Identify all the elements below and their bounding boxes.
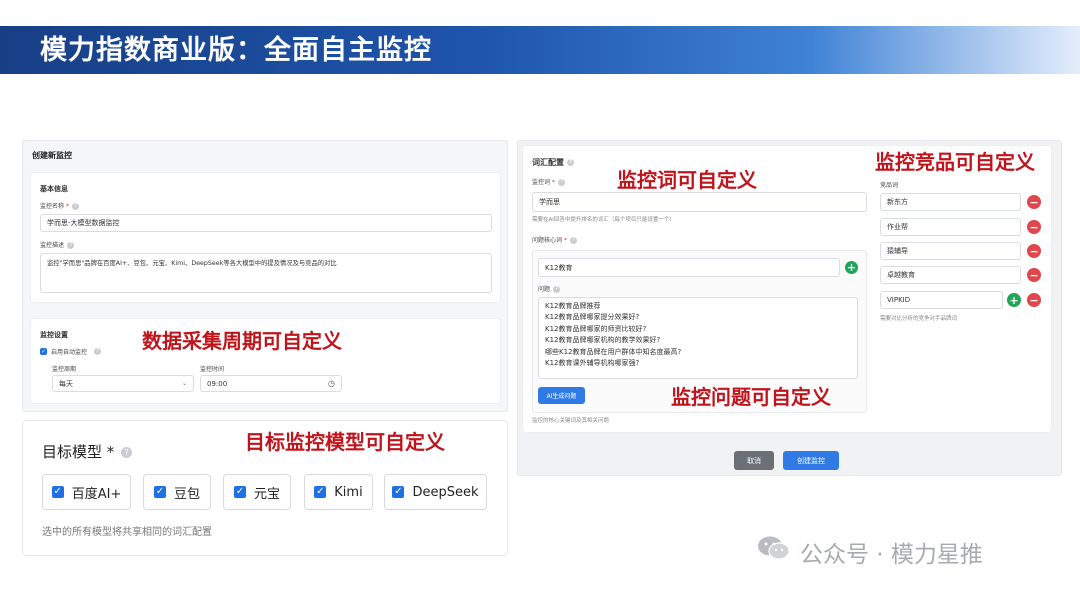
chevron-down-icon: ⌄ [181, 380, 187, 387]
competitor-input[interactable]: 作业帮 [880, 218, 1021, 236]
help-icon: ? [72, 203, 80, 210]
model-option-deepseek[interactable]: ✓ DeepSeek [384, 474, 487, 510]
checkbox-checked[interactable]: ✓ [153, 486, 166, 498]
checkbox-checked[interactable]: ✓ [392, 486, 405, 498]
remove-competitor-button[interactable]: − [1027, 220, 1041, 234]
model-option-yuanbao[interactable]: ✓ 元宝 [223, 474, 291, 510]
core-word-label: 问题核心词 [532, 237, 563, 244]
question-label: 问题 [538, 286, 551, 293]
model-option-baidu[interactable]: ✓ 百度AI+ [42, 474, 131, 510]
competitor-hint: 需要对比分析的竞争对手品牌词 [880, 316, 958, 322]
help-icon: ? [121, 447, 133, 458]
question-line: K12教育品牌哪家提分效果好? [545, 313, 640, 322]
competitor-input[interactable]: 猿辅导 [880, 242, 1021, 260]
competitor-input[interactable]: 新东方 [880, 193, 1021, 211]
add-competitor-button[interactable]: + [1007, 293, 1021, 307]
target-models-title: 目标模型 [42, 443, 103, 461]
create-monitor-button[interactable]: 创建监控 [783, 451, 839, 470]
create-monitor-title: 创建新监控 [32, 151, 72, 160]
annotation-models: 目标监控模型可自定义 [245, 430, 445, 454]
cycle-label: 监控周期 [52, 366, 77, 373]
help-icon: ? [94, 348, 102, 355]
competitor-input[interactable]: VIPKID [880, 291, 1003, 309]
vocab-config-title: 词汇配置 [532, 158, 564, 167]
monitor-desc-textarea[interactable]: 监控"学而思"品牌在百度AI+、豆包、元宝、Kimi、DeepSeek等各大模型… [40, 253, 492, 293]
page-title: 模力指数商业版：全面自主监控 [40, 35, 432, 66]
name-label: 监控名称 [40, 203, 65, 210]
remove-competitor-button[interactable]: − [1027, 268, 1041, 282]
auto-monitor-checkbox[interactable]: ✓ [40, 348, 47, 355]
time-input[interactable]: 09:00 ◷ [200, 375, 342, 392]
desc-label: 监控描述 [40, 242, 65, 249]
monitor-name-input[interactable]: 学而思-大模型数据监控 [40, 214, 492, 232]
ai-generate-button[interactable]: AI生成问题 [538, 387, 585, 404]
core-word-hint: 监控的核心关键词及其相关问题 [532, 418, 610, 424]
checkbox-checked[interactable]: ✓ [51, 486, 64, 498]
help-icon: ? [553, 286, 561, 293]
auto-monitor-label: 启用自动监控 [51, 349, 88, 356]
model-option-doubao[interactable]: ✓ 豆包 [143, 474, 211, 510]
questions-textarea[interactable]: K12教育品牌推荐 K12教育品牌哪家提分效果好? K12教育品牌哪家的师资比较… [538, 297, 858, 379]
remove-competitor-button[interactable]: − [1027, 244, 1041, 258]
watermark-text: 公众号 · 模力星推 [800, 542, 983, 568]
competitor-input[interactable]: 卓越教育 [880, 266, 1021, 284]
time-label: 监控时间 [200, 366, 225, 373]
question-line: K12教育课外辅导机构哪家强? [545, 359, 640, 368]
checkbox-checked[interactable]: ✓ [233, 486, 246, 498]
remove-competitor-button[interactable]: − [1027, 293, 1041, 307]
annotation-competitors: 监控竞品可自定义 [875, 150, 1035, 174]
basic-info-title: 基本信息 [40, 185, 68, 193]
competitor-label: 竞品词 [880, 182, 899, 189]
annotation-cycle: 数据采集周期可自定义 [142, 329, 342, 353]
help-icon: ? [567, 159, 574, 166]
cancel-button[interactable]: 取消 [734, 451, 774, 470]
help-icon: ? [558, 179, 566, 186]
monitor-word-label: 监控词 [532, 179, 551, 186]
cycle-select[interactable]: 每天 ⌄ [52, 375, 194, 392]
monitor-settings-title: 监控设置 [40, 331, 68, 339]
help-icon: ? [67, 242, 75, 249]
monitor-word-hint: 需要在AI回答中提升排名的词汇（每个项目只能设置一个） [532, 217, 675, 223]
model-option-kimi[interactable]: ✓ Kimi [304, 474, 373, 510]
help-icon: ? [570, 237, 578, 244]
question-line: K12教育品牌哪家的师资比较好? [545, 324, 647, 333]
remove-competitor-button[interactable]: − [1027, 195, 1041, 209]
wechat-icon [757, 535, 791, 565]
checkbox-checked[interactable]: ✓ [314, 486, 327, 498]
models-note: 选中的所有模型将共享相同的词汇配置 [42, 527, 212, 538]
monitor-word-input[interactable]: 学而思 [532, 192, 867, 212]
question-line: 哪些K12教育品牌在用户群体中知名度最高? [545, 347, 682, 356]
core-word-input[interactable]: K12教育 [538, 258, 840, 277]
annotation-words: 监控词可自定义 [617, 168, 757, 192]
question-line: K12教育品牌哪家机构的教学效果好? [545, 336, 661, 345]
question-line: K12教育品牌推荐 [545, 302, 601, 310]
clock-icon: ◷ [328, 379, 335, 388]
add-core-word-button[interactable]: + [845, 261, 858, 274]
annotation-questions: 监控问题可自定义 [671, 385, 831, 409]
